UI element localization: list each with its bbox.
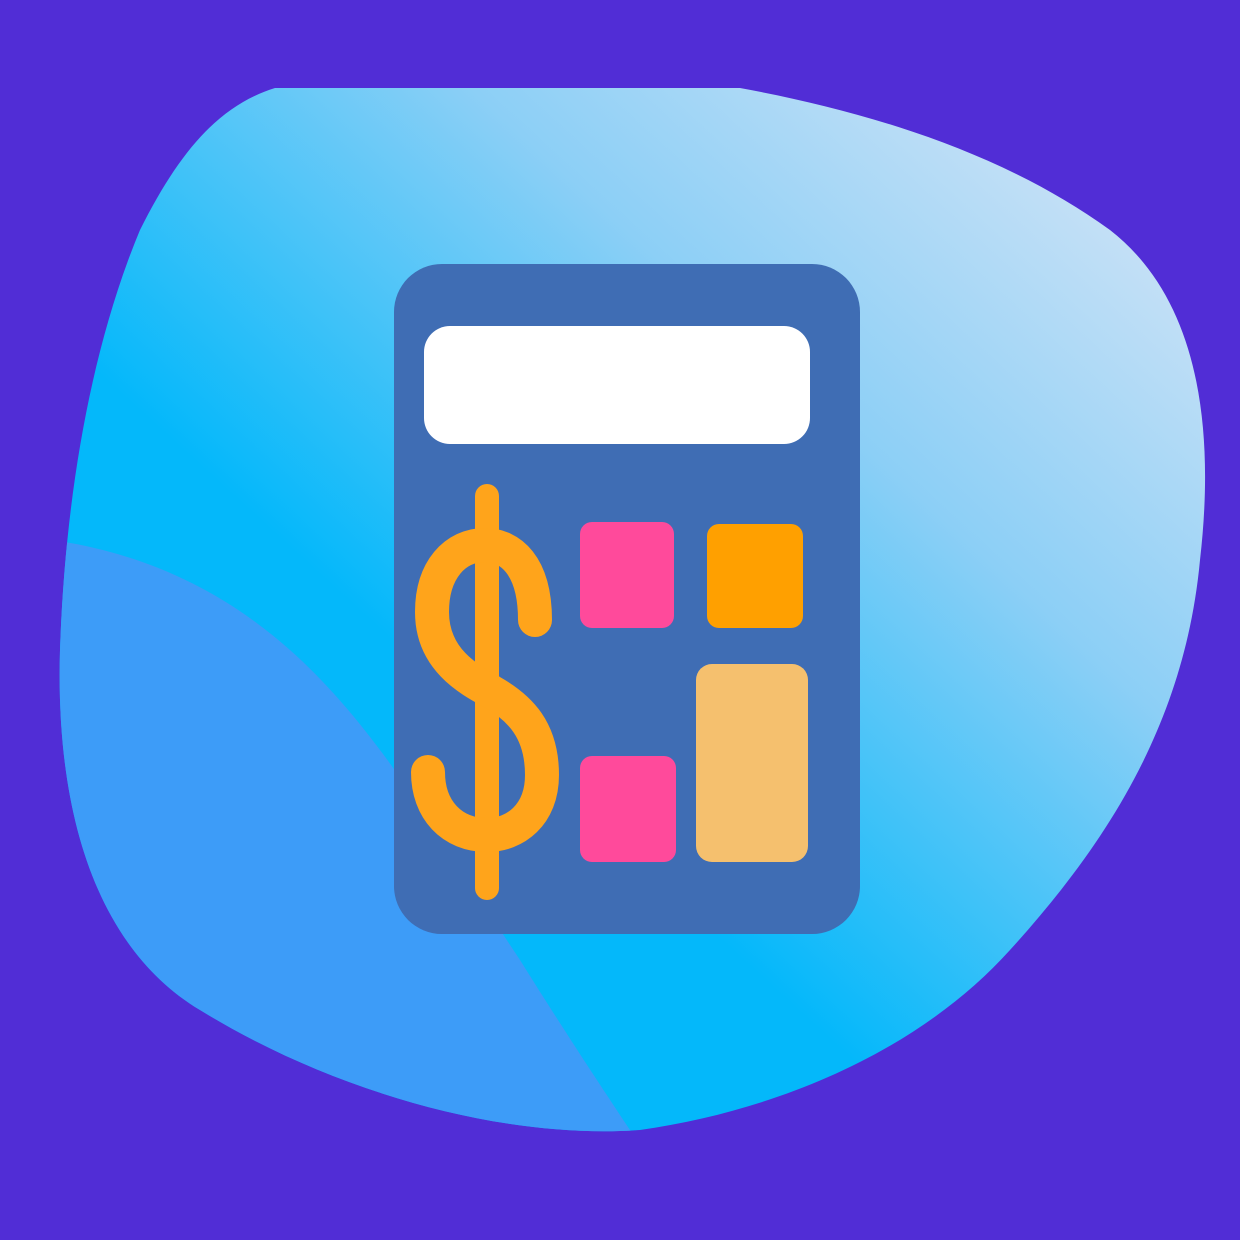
calculator-key-pink-bottom	[580, 756, 676, 862]
app-icon-canvas	[0, 0, 1240, 1240]
calculator-key-tall	[696, 664, 808, 862]
calculator-key-pink-top	[580, 522, 674, 628]
calculator-display	[424, 326, 810, 444]
calculator-dollar-icon	[59, 88, 1206, 1132]
calculator-key-orange	[707, 524, 803, 628]
